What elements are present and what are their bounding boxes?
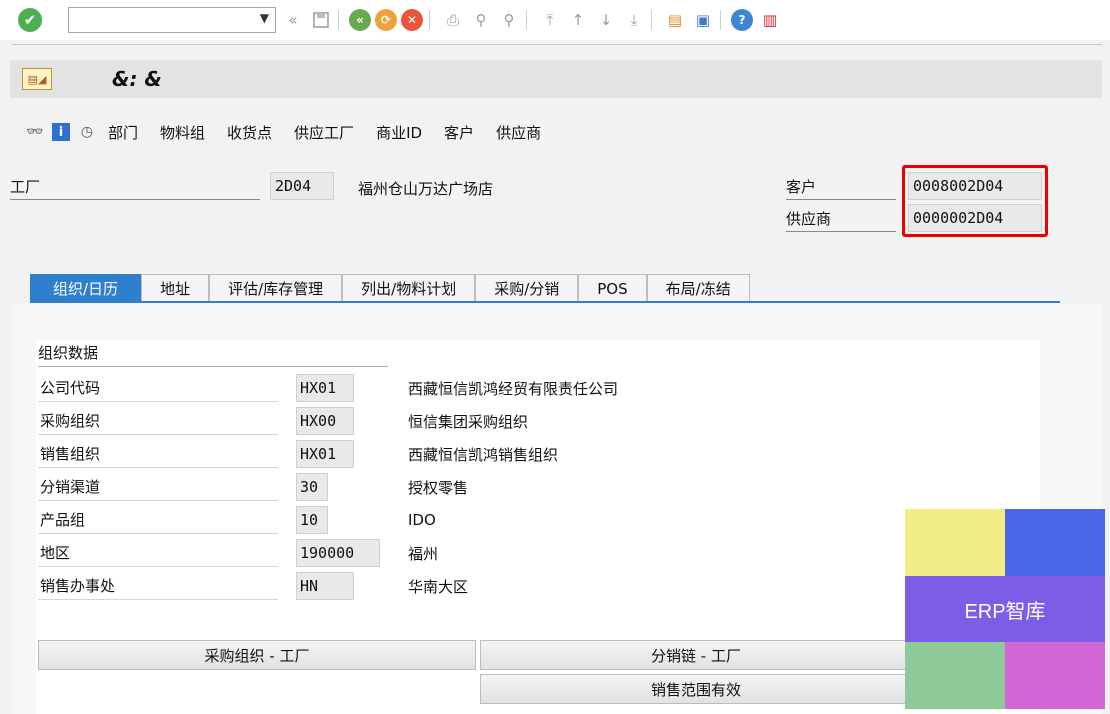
toolbar-item-vendor[interactable]: 供应商 xyxy=(496,122,541,143)
row-desc-region: 福州 xyxy=(408,544,439,563)
toolbar-divider xyxy=(526,10,527,30)
last-page-icon[interactable]: ⤓ xyxy=(623,9,645,31)
row-desc-division: IDO xyxy=(408,511,436,529)
page-title: &: & xyxy=(112,67,162,91)
application-toolbar: 👓 i ◷ 部门 物料组 收货点 供应工厂 商业ID 客户 供应商 xyxy=(24,118,563,146)
org-group-title: 组织数据 xyxy=(38,344,99,362)
info-icon[interactable]: i xyxy=(52,123,70,141)
row-value-sales-org[interactable]: HX01 xyxy=(296,440,354,468)
row-value-purch-org[interactable]: HX00 xyxy=(296,407,354,435)
enter-check-icon[interactable]: ✔ xyxy=(18,8,42,32)
row-desc-company-code: 西藏恒信凯鸿经贸有限责任公司 xyxy=(408,379,619,398)
plant-label: 工厂 xyxy=(10,176,260,200)
toolbar-item-customer[interactable]: 客户 xyxy=(444,122,474,143)
row-label-purch-org: 采购组织 xyxy=(38,407,278,435)
group-title-underline xyxy=(38,366,388,367)
watermark-logo: ERP智库 xyxy=(905,576,1105,642)
tab-valuation-inventory[interactable]: 评估/库存管理 xyxy=(209,274,343,302)
create-session-icon[interactable]: ▤ xyxy=(664,9,686,31)
watermark-tile-pink xyxy=(1005,642,1105,709)
row-label-sales-org: 销售组织 xyxy=(38,440,278,468)
row-value-sales-office[interactable]: HN xyxy=(296,572,354,600)
toolbar-item-receiving-point[interactable]: 收货点 xyxy=(227,122,272,143)
row-value-division[interactable]: 10 xyxy=(296,506,328,534)
tab-org-calendar[interactable]: 组织/日历 xyxy=(30,274,142,302)
tab-strip: 组织/日历 地址 评估/库存管理 列出/物料计划 采购/分销 POS 布局/冻结 xyxy=(30,274,750,302)
plant-name: 福州仓山万达广场店 xyxy=(358,180,494,198)
print-icon[interactable]: ⎙ xyxy=(442,9,464,31)
title-bar: ▤◢ &: & xyxy=(10,60,1102,98)
back-icon[interactable]: « xyxy=(282,9,304,31)
row-desc-dist-channel: 授权零售 xyxy=(408,478,469,497)
next-page-icon[interactable]: ↓ xyxy=(595,9,617,31)
back-nav-icon[interactable]: « xyxy=(349,9,371,31)
exit-icon[interactable]: ⟳ xyxy=(375,9,397,31)
toolbar-separator xyxy=(12,44,1102,45)
toolbar-divider xyxy=(651,10,652,30)
shortcut-icon[interactable]: ▣ xyxy=(692,9,714,31)
row-desc-sales-org: 西藏恒信凯鸿销售组织 xyxy=(408,445,559,464)
tab-pos[interactable]: POS xyxy=(578,274,647,302)
toolbar-item-department[interactable]: 部门 xyxy=(108,122,138,143)
customize-layout-icon[interactable]: ▥ xyxy=(759,9,781,31)
row-value-region[interactable]: 190000 xyxy=(296,539,380,567)
prev-page-icon[interactable]: ↑ xyxy=(567,9,589,31)
row-value-company-code[interactable]: HX01 xyxy=(296,374,354,402)
save-icon[interactable] xyxy=(310,9,332,31)
row-label-division: 产品组 xyxy=(38,506,278,534)
row-label-region: 地区 xyxy=(38,539,278,567)
toolbar-item-material-group[interactable]: 物料组 xyxy=(160,122,205,143)
vendor-label: 供应商 xyxy=(786,208,896,232)
tab-address[interactable]: 地址 xyxy=(141,274,210,302)
help-icon[interactable]: ? xyxy=(731,9,753,31)
row-desc-purch-org: 恒信集团采购组织 xyxy=(408,412,529,431)
watermark-tile-yellow xyxy=(905,509,1005,576)
first-page-icon[interactable]: ⤒ xyxy=(539,9,561,31)
row-label-company-code: 公司代码 xyxy=(38,374,278,402)
watermark-tile-green xyxy=(905,642,1005,709)
toolbar-divider xyxy=(720,10,721,30)
menu-icon[interactable]: ▤◢ xyxy=(22,68,52,90)
clock-icon[interactable]: ◷ xyxy=(76,121,98,143)
customer-label: 客户 xyxy=(786,176,896,200)
toolbar-divider xyxy=(338,10,339,30)
highlight-box xyxy=(902,165,1048,237)
command-field[interactable]: ▼ xyxy=(68,7,276,33)
row-label-sales-office: 销售办事处 xyxy=(38,572,278,600)
row-desc-sales-office: 华南大区 xyxy=(408,577,469,596)
toolbar-divider xyxy=(429,10,430,30)
find-next-icon[interactable]: ⚲ xyxy=(498,9,520,31)
glasses-icon[interactable]: 👓 xyxy=(24,121,46,143)
watermark-tile-blue xyxy=(1005,509,1105,576)
tab-listing-mrp[interactable]: 列出/物料计划 xyxy=(342,274,476,302)
cancel-icon[interactable]: ✕ xyxy=(401,9,423,31)
sales-area-valid-button[interactable]: 销售范围有效 xyxy=(480,674,912,704)
chevron-down-icon[interactable]: ▼ xyxy=(260,11,269,25)
tab-layout-blocking[interactable]: 布局/冻结 xyxy=(646,274,750,302)
find-icon[interactable]: ⚲ xyxy=(470,9,492,31)
plant-code-field[interactable]: 2D04 xyxy=(270,172,334,200)
row-label-dist-channel: 分销渠道 xyxy=(38,473,278,501)
system-toolbar: ✔ ▼ « « ⟳ ✕ ⎙ ⚲ ⚲ ⤒ ↑ ↓ ⤓ ▤ ▣ ? ▥ xyxy=(0,0,1110,40)
toolbar-item-supplying-plant[interactable]: 供应工厂 xyxy=(294,122,354,143)
row-value-dist-channel[interactable]: 30 xyxy=(296,473,328,501)
toolbar-item-business-id[interactable]: 商业ID xyxy=(376,122,422,143)
dist-chain-plant-button[interactable]: 分销链 - 工厂 xyxy=(480,640,912,670)
purch-org-plant-button[interactable]: 采购组织 - 工厂 xyxy=(38,640,476,670)
tab-purchasing-sales[interactable]: 采购/分销 xyxy=(475,274,579,302)
